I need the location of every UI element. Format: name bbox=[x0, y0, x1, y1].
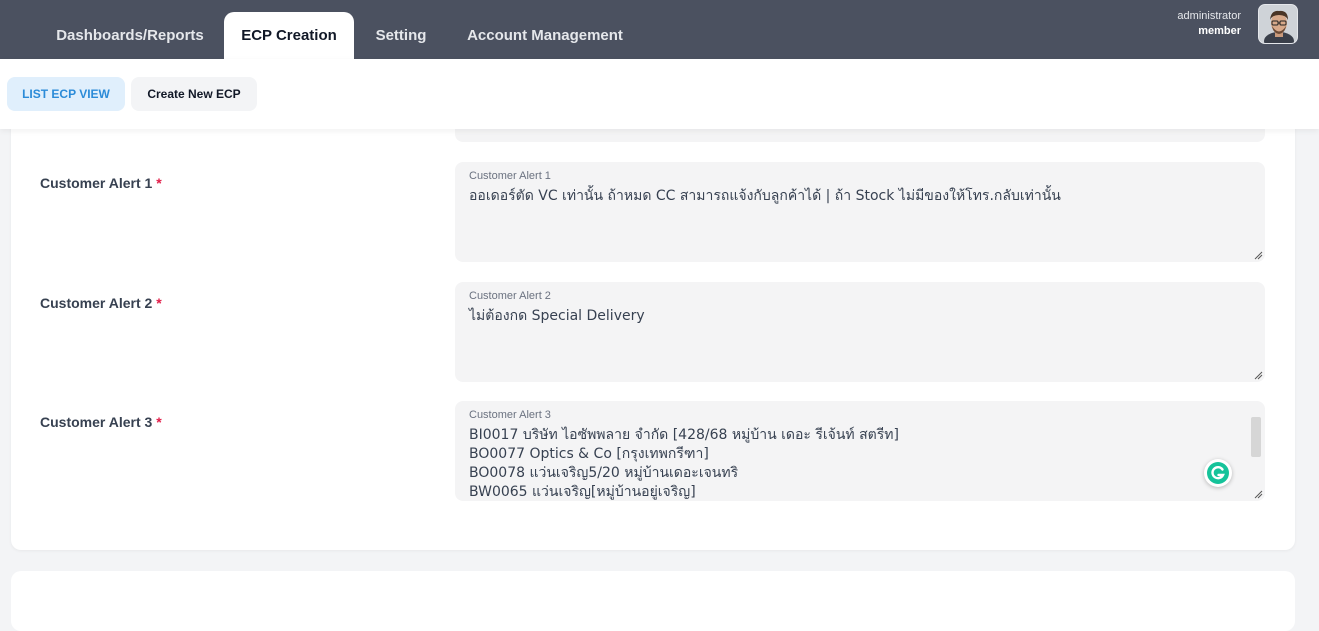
customer-alert-1-value[interactable]: ออเดอร์ตัด VC เท่านั้น ถ้าหมด CC สามารถแ… bbox=[469, 187, 1245, 206]
list-ecp-view-button[interactable]: LIST ECP VIEW bbox=[7, 77, 125, 111]
customer-alert-1-label: Customer Alert 1 * bbox=[40, 175, 162, 191]
resize-grip-icon[interactable] bbox=[1254, 251, 1263, 260]
customer-alert-2-textarea[interactable]: Customer Alert 2 ไม่ต้องกด Special Deliv… bbox=[455, 282, 1265, 382]
sub-navigation: LIST ECP VIEW Create New ECP bbox=[0, 59, 1319, 129]
customer-alert-2-label-text: Customer Alert 2 bbox=[40, 295, 153, 311]
customer-alert-1-caption: Customer Alert 1 bbox=[469, 170, 551, 182]
tab-ecp-creation[interactable]: ECP Creation bbox=[224, 12, 354, 59]
user-role: member bbox=[1198, 25, 1241, 37]
customer-alert-1-textarea[interactable]: Customer Alert 1 ออเดอร์ตัด VC เท่านั้น … bbox=[455, 162, 1265, 262]
required-mark: * bbox=[156, 175, 162, 191]
grammarly-icon bbox=[1207, 462, 1229, 484]
customer-alert-3-label-text: Customer Alert 3 bbox=[40, 414, 153, 430]
required-mark: * bbox=[156, 295, 162, 311]
create-new-ecp-button[interactable]: Create New ECP bbox=[131, 77, 257, 111]
resize-grip-icon[interactable] bbox=[1254, 490, 1263, 499]
tab-setting[interactable]: Setting bbox=[360, 12, 442, 59]
top-navigation-bar: Dashboards/Reports ECP Creation Setting … bbox=[0, 0, 1319, 59]
next-section-card bbox=[11, 571, 1295, 631]
avatar-image bbox=[1259, 5, 1297, 43]
textarea-scrollbar-thumb[interactable] bbox=[1251, 417, 1261, 457]
customer-alert-3-textarea[interactable]: Customer Alert 3 BI0017 บริษัท ไอซัพพลาย… bbox=[455, 401, 1265, 501]
customer-alert-3-caption: Customer Alert 3 bbox=[469, 409, 551, 421]
customer-alert-2-caption: Customer Alert 2 bbox=[469, 290, 551, 302]
customer-alert-1-label-text: Customer Alert 1 bbox=[40, 175, 153, 191]
customer-alert-2-value[interactable]: ไม่ต้องกด Special Delivery bbox=[469, 307, 1245, 326]
grammarly-button[interactable] bbox=[1204, 459, 1232, 487]
resize-grip-icon[interactable] bbox=[1254, 371, 1263, 380]
tab-dashboards-reports[interactable]: Dashboards/Reports bbox=[42, 12, 218, 59]
customer-alert-2-label: Customer Alert 2 * bbox=[40, 295, 162, 311]
customer-alert-3-value[interactable]: BI0017 บริษัท ไอซัพพลาย จำกัด [428/68 หม… bbox=[469, 426, 1245, 501]
user-info: administrator member bbox=[1177, 9, 1241, 39]
customer-alert-3-label: Customer Alert 3 * bbox=[40, 414, 162, 430]
required-mark: * bbox=[156, 414, 162, 430]
user-name: administrator bbox=[1177, 10, 1241, 22]
tab-account-management[interactable]: Account Management bbox=[448, 12, 642, 59]
avatar[interactable] bbox=[1258, 4, 1298, 44]
